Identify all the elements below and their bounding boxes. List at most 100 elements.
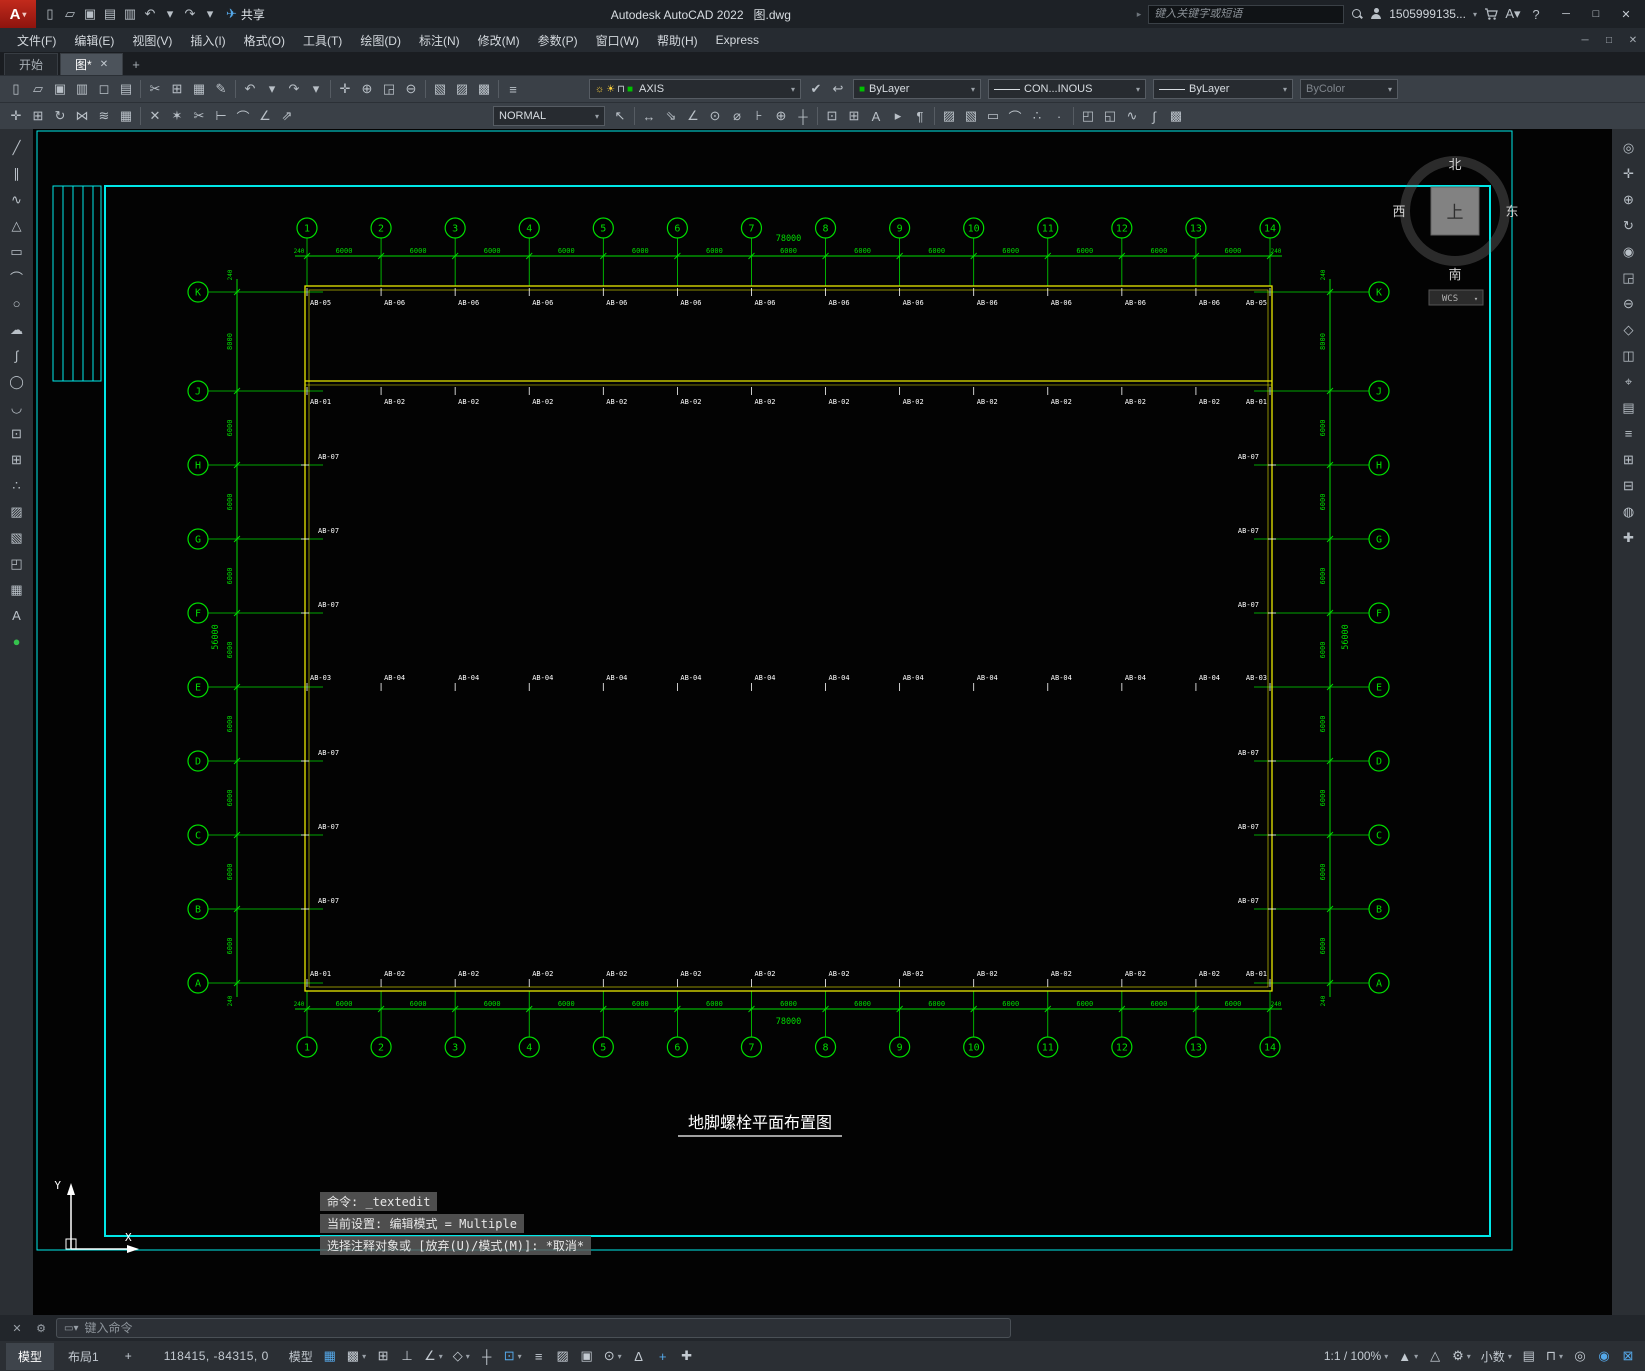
- text-style-icon[interactable]: A: [865, 105, 887, 127]
- pan-icon[interactable]: ✛: [334, 78, 356, 100]
- polar-tracking[interactable]: ∠ ▾: [420, 1345, 447, 1367]
- point-icon[interactable]: ∴: [5, 475, 29, 496]
- materials-icon[interactable]: ◍: [1617, 501, 1641, 522]
- plot-icon[interactable]: ▥: [71, 78, 93, 100]
- isometric-drafting[interactable]: ◇ ▾: [449, 1345, 474, 1367]
- rectangle-icon[interactable]: ▭: [5, 241, 29, 262]
- offset-icon[interactable]: ≋: [93, 105, 115, 127]
- navigation-wheel-icon[interactable]: ◎: [1617, 137, 1641, 158]
- polygon-icon[interactable]: △: [5, 215, 29, 236]
- save-as-icon[interactable]: ▤: [100, 3, 120, 25]
- plotstyle-dropdown[interactable]: ByColor ▾: [1300, 79, 1398, 99]
- section-plane-icon[interactable]: ◫: [1617, 345, 1641, 366]
- scale-icon[interactable]: ⇗: [276, 105, 298, 127]
- layer-previous-icon[interactable]: ↩: [827, 78, 849, 100]
- hatch-icon[interactable]: ▨: [938, 105, 960, 127]
- color-dropdown[interactable]: ■ ByLayer ▾: [853, 79, 981, 99]
- object-snap[interactable]: ⊡ ▾: [500, 1345, 526, 1367]
- search-expand-icon[interactable]: ▸: [1137, 9, 1142, 20]
- divide-icon[interactable]: ∴: [1026, 105, 1048, 127]
- insert-block-icon[interactable]: ⊡: [821, 105, 843, 127]
- make-object-layer-current-icon[interactable]: ✔: [805, 78, 827, 100]
- menu-parametric[interactable]: 参数(P): [529, 29, 587, 52]
- new-tab-button[interactable]: +: [125, 53, 147, 75]
- menu-window[interactable]: 窗口(W): [587, 29, 648, 52]
- menu-express[interactable]: Express: [707, 30, 768, 50]
- zoom-previous-icon[interactable]: ⊖: [1617, 293, 1641, 314]
- plot-icon[interactable]: ▥: [120, 3, 140, 25]
- orbit-icon[interactable]: ↻: [1617, 215, 1641, 236]
- linetype-dropdown[interactable]: CON...INOUS ▾: [988, 79, 1146, 99]
- annotation-scale[interactable]: 1:1 / 100% ▾: [1320, 1345, 1392, 1367]
- circle-icon[interactable]: ○: [5, 293, 29, 314]
- redo-icon[interactable]: ↷: [283, 78, 305, 100]
- redo-list-icon[interactable]: ▾: [200, 3, 220, 25]
- polyline-icon[interactable]: ∿: [5, 189, 29, 210]
- dynamic-ucs[interactable]: ∆: [628, 1345, 650, 1367]
- region-icon[interactable]: ◰: [5, 553, 29, 574]
- app-logo[interactable]: A ▾: [0, 0, 36, 28]
- redo-icon[interactable]: ↷: [180, 3, 200, 25]
- match-properties-icon[interactable]: ✎: [210, 78, 232, 100]
- group-icon[interactable]: ◰: [1077, 105, 1099, 127]
- chamfer-icon[interactable]: ∠: [254, 105, 276, 127]
- erase-icon[interactable]: ✕: [144, 105, 166, 127]
- drawing-svg[interactable]: 1160006000226000600033600060004460006000…: [33, 129, 1612, 1315]
- zoom-window-icon[interactable]: ◲: [1617, 267, 1641, 288]
- drawing-canvas[interactable]: 1 1 6000 6000 2 2 6000 6000 3 3 6000 6000 4 4 6000 6000…: [33, 129, 1612, 1315]
- arc-icon[interactable]: ⌒: [5, 267, 29, 288]
- multileader-icon[interactable]: ↖: [609, 105, 631, 127]
- menu-edit[interactable]: 编辑(E): [65, 29, 123, 52]
- copy-clip-icon[interactable]: ⊞: [166, 78, 188, 100]
- share-button[interactable]: ✈ 共享: [226, 6, 265, 23]
- explode-icon[interactable]: ✶: [166, 105, 188, 127]
- menu-tools[interactable]: 工具(T): [294, 29, 351, 52]
- autodesk-app-icon[interactable]: A▾: [1505, 3, 1521, 25]
- close-button[interactable]: ✕: [1611, 0, 1641, 28]
- edit-hatch-icon[interactable]: ▩: [1165, 105, 1187, 127]
- menu-dimension[interactable]: 标注(N): [410, 29, 469, 52]
- graphics-performance[interactable]: ◉: [1593, 1345, 1615, 1367]
- signed-in-user[interactable]: 1505999135...: [1389, 7, 1466, 21]
- array-icon[interactable]: ▦: [115, 105, 137, 127]
- dynamic-input[interactable]: +: [652, 1345, 674, 1367]
- maximize-button[interactable]: □: [1581, 0, 1611, 28]
- ellipse-icon[interactable]: ◯: [5, 371, 29, 392]
- lineweight-dropdown[interactable]: ByLayer ▾: [1153, 79, 1293, 99]
- plot-preview-icon[interactable]: ◻: [93, 78, 115, 100]
- multiline-text-icon[interactable]: A: [5, 605, 29, 626]
- zoom-realtime-icon[interactable]: ⊕: [356, 78, 378, 100]
- undo-icon[interactable]: ↶: [140, 3, 160, 25]
- customize-command-icon[interactable]: ⚙: [32, 1318, 50, 1338]
- search-input[interactable]: [1154, 8, 1339, 20]
- menu-insert[interactable]: 插入(I): [181, 29, 234, 52]
- new-file-icon[interactable]: ▯: [40, 3, 60, 25]
- zoom-previous-icon[interactable]: ⊖: [400, 78, 422, 100]
- extend-icon[interactable]: ⊢: [210, 105, 232, 127]
- undo-list-icon[interactable]: ▾: [160, 3, 180, 25]
- tab-drawing[interactable]: 图* ✕: [60, 53, 124, 75]
- boundary-icon[interactable]: ▭: [982, 105, 1004, 127]
- qsave-icon[interactable]: ▣: [49, 78, 71, 100]
- paste-icon[interactable]: ▦: [188, 78, 210, 100]
- annotation-monitor[interactable]: ✚: [676, 1345, 698, 1367]
- model-paper-toggle[interactable]: 模型: [285, 1345, 317, 1367]
- zoom-window-icon[interactable]: ◲: [378, 78, 400, 100]
- infer-constraints[interactable]: ⊞: [372, 1345, 394, 1367]
- tab-start[interactable]: 开始: [4, 53, 59, 75]
- doc-restore-button[interactable]: □: [1597, 29, 1621, 51]
- measure-icon[interactable]: ⌒: [1004, 105, 1026, 127]
- dim-linear-icon[interactable]: ↔: [638, 105, 660, 127]
- lock-ui[interactable]: ⊓ ▾: [1542, 1345, 1567, 1367]
- menu-file[interactable]: 文件(F): [8, 29, 65, 52]
- publish-icon[interactable]: ▤: [115, 78, 137, 100]
- layout-tab-new[interactable]: +: [113, 1344, 144, 1368]
- tool-palettes-icon[interactable]: ▩: [473, 78, 495, 100]
- menu-format[interactable]: 格式(O): [235, 29, 294, 52]
- command-input[interactable]: [84, 1321, 1003, 1335]
- copy-object-icon[interactable]: ⊞: [27, 105, 49, 127]
- layout-tab-model[interactable]: 模型: [6, 1342, 55, 1370]
- units[interactable]: 小数 ▾: [1477, 1345, 1516, 1367]
- rotate-icon[interactable]: ↻: [49, 105, 71, 127]
- redo-list-icon[interactable]: ▾: [305, 78, 327, 100]
